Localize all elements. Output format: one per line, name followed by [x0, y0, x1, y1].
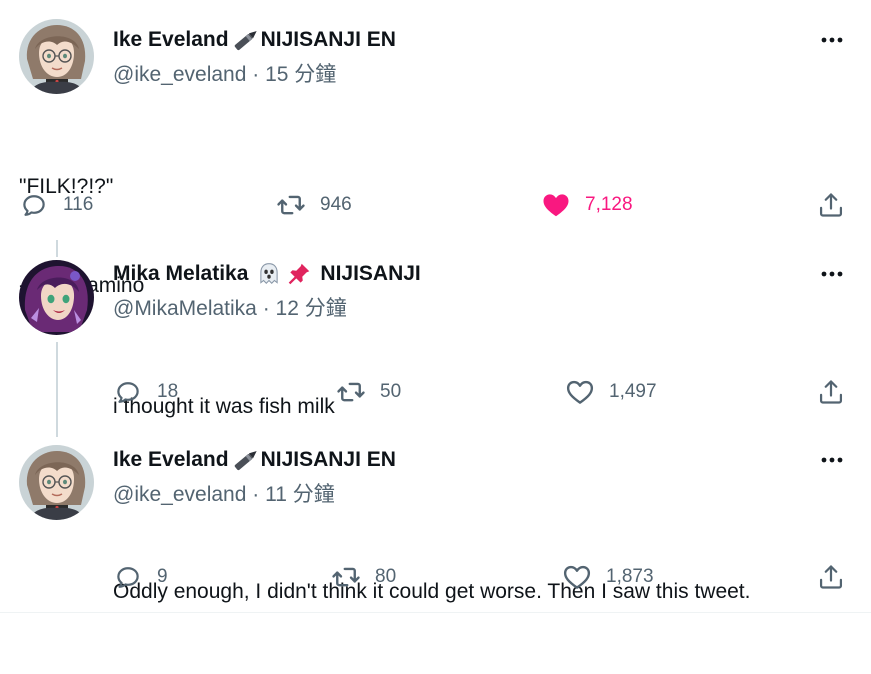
avatar[interactable] — [19, 19, 94, 94]
like-button[interactable]: 1,873 — [562, 562, 654, 592]
reply-button[interactable]: 18 — [113, 377, 178, 407]
more-options-icon[interactable] — [817, 30, 847, 50]
more-options-icon[interactable] — [817, 450, 847, 470]
reply-count: 9 — [157, 566, 168, 587]
tweet-time[interactable]: 12 分鐘 — [276, 297, 347, 320]
like-button[interactable]: 1,497 — [565, 377, 657, 407]
avatar[interactable] — [19, 445, 94, 520]
author-name[interactable]: Ike Eveland — [113, 28, 229, 52]
author-name-row: Ike Eveland NIJISANJI EN — [113, 447, 396, 473]
share-icon — [816, 562, 846, 592]
share-button[interactable] — [816, 377, 846, 407]
like-button[interactable]: 7,128 — [541, 190, 633, 220]
reply-button[interactable]: 116 — [19, 190, 93, 220]
author-handle[interactable]: @ike_eveland — [113, 483, 246, 506]
like-count: 7,128 — [585, 194, 633, 215]
author-name-row: Ike Eveland NIJISANJI EN — [113, 27, 396, 53]
pushpin-icon — [284, 261, 314, 287]
tweet-time[interactable]: 11 分鐘 — [265, 483, 335, 506]
handle-row: @ike_eveland · 11 分鐘 — [113, 478, 335, 508]
author-handle[interactable]: @MikaMelatika — [113, 297, 257, 320]
like-count: 1,873 — [606, 566, 654, 587]
author-org[interactable]: NIJISANJI EN — [261, 28, 396, 52]
share-button[interactable] — [816, 190, 846, 220]
fountain-pen-icon — [231, 447, 261, 473]
reply-icon — [113, 377, 143, 407]
retweet-button[interactable]: 50 — [336, 377, 401, 407]
reply-count: 18 — [157, 381, 179, 402]
retweet-button[interactable]: 946 — [276, 190, 352, 220]
author-name[interactable]: Mika Melatika — [113, 262, 248, 286]
heart-icon — [562, 562, 592, 592]
like-count: 1,497 — [609, 381, 657, 402]
more-options-icon[interactable] — [817, 264, 847, 284]
reply-icon — [19, 190, 49, 220]
heart-filled-icon — [541, 190, 571, 220]
retweet-icon — [276, 190, 306, 220]
author-org[interactable]: NIJISANJI EN — [261, 448, 396, 472]
tweet-time[interactable]: 15 分鐘 — [265, 63, 336, 86]
retweet-count: 946 — [320, 194, 352, 215]
tweet-text-line: Oddly enough, I didn't think it could ge… — [113, 580, 751, 603]
share-icon — [816, 377, 846, 407]
ghost-icon — [254, 261, 284, 287]
handle-row: @MikaMelatika · 12 分鐘 — [113, 292, 347, 322]
separator: · — [252, 483, 266, 506]
author-name-row: Mika Melatika NIJISANJI — [113, 261, 421, 287]
retweet-icon — [331, 562, 361, 592]
handle-row: @ike_eveland · 15 分鐘 — [113, 58, 336, 88]
share-icon — [816, 190, 846, 220]
author-org[interactable]: NIJISANJI — [320, 262, 420, 286]
author-handle[interactable]: @ike_eveland — [113, 63, 246, 86]
retweet-count: 80 — [375, 566, 397, 587]
retweet-icon — [336, 377, 366, 407]
reply-count: 116 — [63, 194, 94, 215]
reply-icon — [113, 562, 143, 592]
author-name[interactable]: Ike Eveland — [113, 448, 229, 472]
fountain-pen-icon — [231, 27, 261, 53]
retweet-button[interactable]: 80 — [331, 562, 396, 592]
avatar[interactable] — [19, 260, 94, 335]
reply-button[interactable]: 9 — [113, 562, 168, 592]
tweet-text: Oddly enough, I didn't think it could ge… — [113, 509, 750, 674]
share-button[interactable] — [816, 562, 846, 592]
heart-icon — [565, 377, 595, 407]
divider — [0, 612, 871, 613]
retweet-count: 50 — [380, 381, 402, 402]
separator: · — [252, 63, 266, 86]
separator: · — [262, 297, 276, 320]
